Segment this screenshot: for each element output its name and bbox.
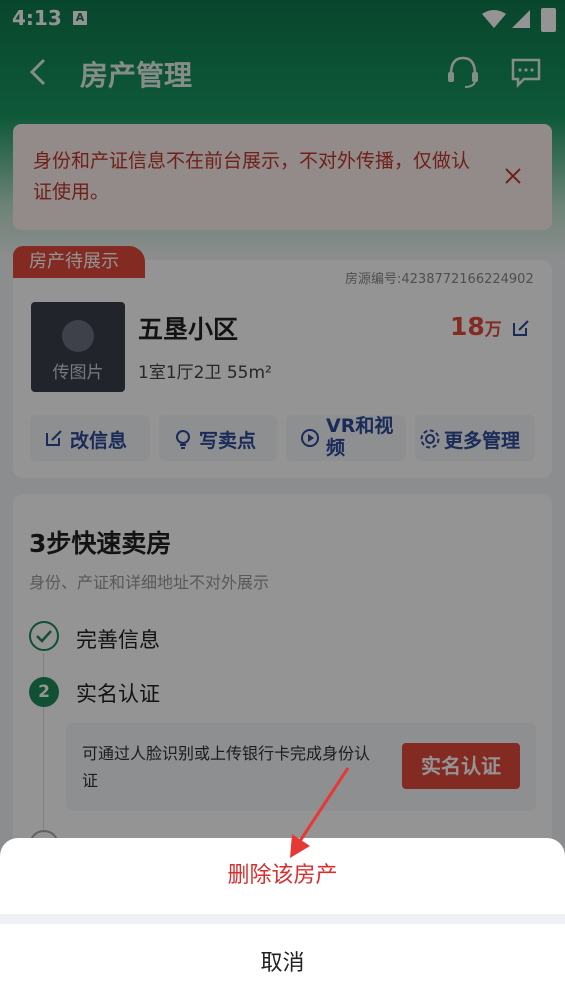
annotation-arrow-icon bbox=[290, 767, 350, 858]
screen: 4:13 A 房产管理 身份和产证信息不在前台展示，不对外传播，仅做认证使用。 … bbox=[0, 0, 565, 1004]
sheet-divider bbox=[0, 914, 565, 924]
action-sheet: 删除该房产 取消 bbox=[0, 838, 565, 1004]
cancel-button[interactable]: 取消 bbox=[0, 924, 565, 1004]
